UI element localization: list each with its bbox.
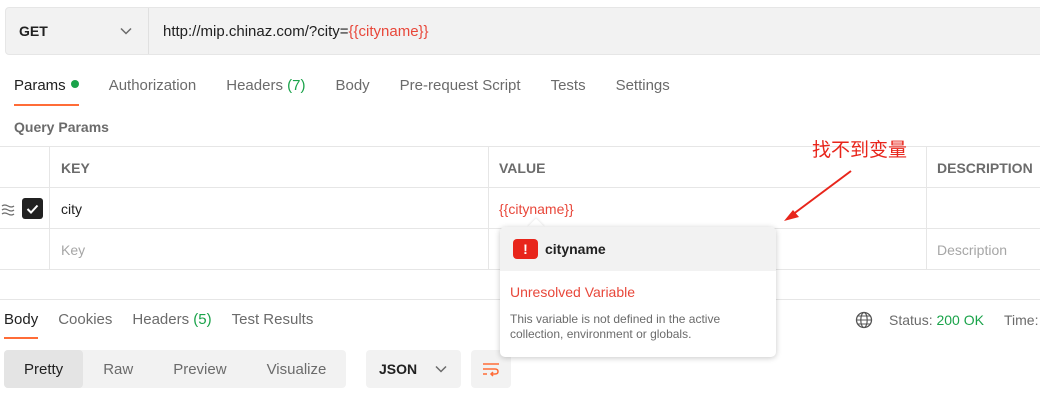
response-time-label: Time: — [1004, 312, 1039, 328]
headers-count: (7) — [287, 77, 306, 94]
method-select[interactable]: GET — [6, 8, 149, 54]
request-tabs: Params Authorization Headers (7) Body Pr… — [14, 76, 700, 106]
response-headers-count: (5) — [193, 311, 212, 328]
view-mode-raw[interactable]: Raw — [83, 350, 153, 388]
view-mode-pretty[interactable]: Pretty — [4, 350, 84, 388]
status-value: 200 OK — [936, 312, 984, 328]
tooltip-header: ! cityname — [500, 227, 776, 271]
params-active-dot — [70, 80, 79, 88]
new-description-cell[interactable]: Description — [926, 229, 1040, 270]
column-divider — [926, 146, 927, 270]
response-tabs: Body Cookies Headers (5) Test Results — [4, 311, 333, 339]
param-value-cell[interactable]: {{cityname}} — [488, 188, 926, 229]
table-row: city {{cityname}} — [0, 188, 1040, 229]
tab-authorization[interactable]: Authorization — [109, 76, 197, 106]
param-description-cell[interactable] — [926, 188, 1040, 229]
tooltip-status: Unresolved Variable — [510, 284, 636, 300]
tab-params-label: Params — [14, 77, 66, 94]
url-variable: {{cityname}} — [348, 22, 429, 40]
url-base: http://mip.chinaz.com/?city= — [163, 22, 349, 40]
response-headers-label: Headers — [132, 311, 190, 328]
status-label: Status: — [889, 312, 933, 328]
globe-icon[interactable] — [855, 311, 873, 329]
format-label: JSON — [379, 361, 418, 377]
view-mode-preview[interactable]: Preview — [153, 350, 246, 388]
check-icon — [26, 204, 39, 214]
method-label: GET — [19, 23, 48, 39]
response-tab-cookies[interactable]: Cookies — [58, 311, 112, 339]
param-key-cell[interactable]: city — [50, 188, 488, 229]
response-tab-test-results[interactable]: Test Results — [232, 311, 314, 339]
annotation-label: 找不到变量 — [812, 139, 908, 161]
view-mode-visualize[interactable]: Visualize — [247, 350, 347, 388]
chevron-down-icon — [435, 365, 447, 373]
query-params-label: Query Params — [14, 119, 109, 135]
column-divider — [488, 146, 489, 270]
response-status: Status: 200 OK — [889, 312, 984, 328]
tab-body[interactable]: Body — [335, 76, 369, 106]
tooltip-variable-name: cityname — [545, 241, 606, 257]
param-enabled-checkbox[interactable] — [22, 198, 43, 219]
tab-tests[interactable]: Tests — [551, 76, 586, 106]
drag-handle-icon[interactable] — [1, 203, 15, 216]
column-divider — [49, 146, 50, 270]
url-bar: GET http://mip.chinaz.com/?city={{cityna… — [5, 7, 1040, 55]
variable-tooltip: ! cityname Unresolved Variable This vari… — [500, 227, 776, 357]
tab-params[interactable]: Params — [14, 76, 79, 106]
column-header-key: KEY — [61, 159, 90, 176]
response-tab-body[interactable]: Body — [4, 311, 39, 339]
new-key-cell[interactable]: Key — [50, 229, 488, 270]
wrap-lines-icon — [483, 363, 499, 377]
response-tab-headers[interactable]: Headers (5) — [132, 311, 211, 339]
url-input[interactable]: http://mip.chinaz.com/?city={{cityname}} — [149, 23, 429, 40]
tooltip-description: This variable is not defined in the acti… — [510, 312, 721, 341]
column-header-description: DESCRIPTION — [937, 159, 1033, 176]
tab-headers[interactable]: Headers (7) — [226, 76, 305, 106]
chevron-down-icon — [118, 23, 134, 39]
annotation-arrow-icon — [784, 170, 852, 221]
body-view-modes: Pretty Raw Preview Visualize — [4, 350, 347, 388]
tab-headers-label: Headers — [226, 77, 283, 94]
tab-settings[interactable]: Settings — [616, 76, 670, 106]
format-select[interactable]: JSON — [366, 350, 461, 388]
tab-pre-request-script[interactable]: Pre-request Script — [400, 76, 521, 106]
warning-icon: ! — [513, 239, 538, 259]
